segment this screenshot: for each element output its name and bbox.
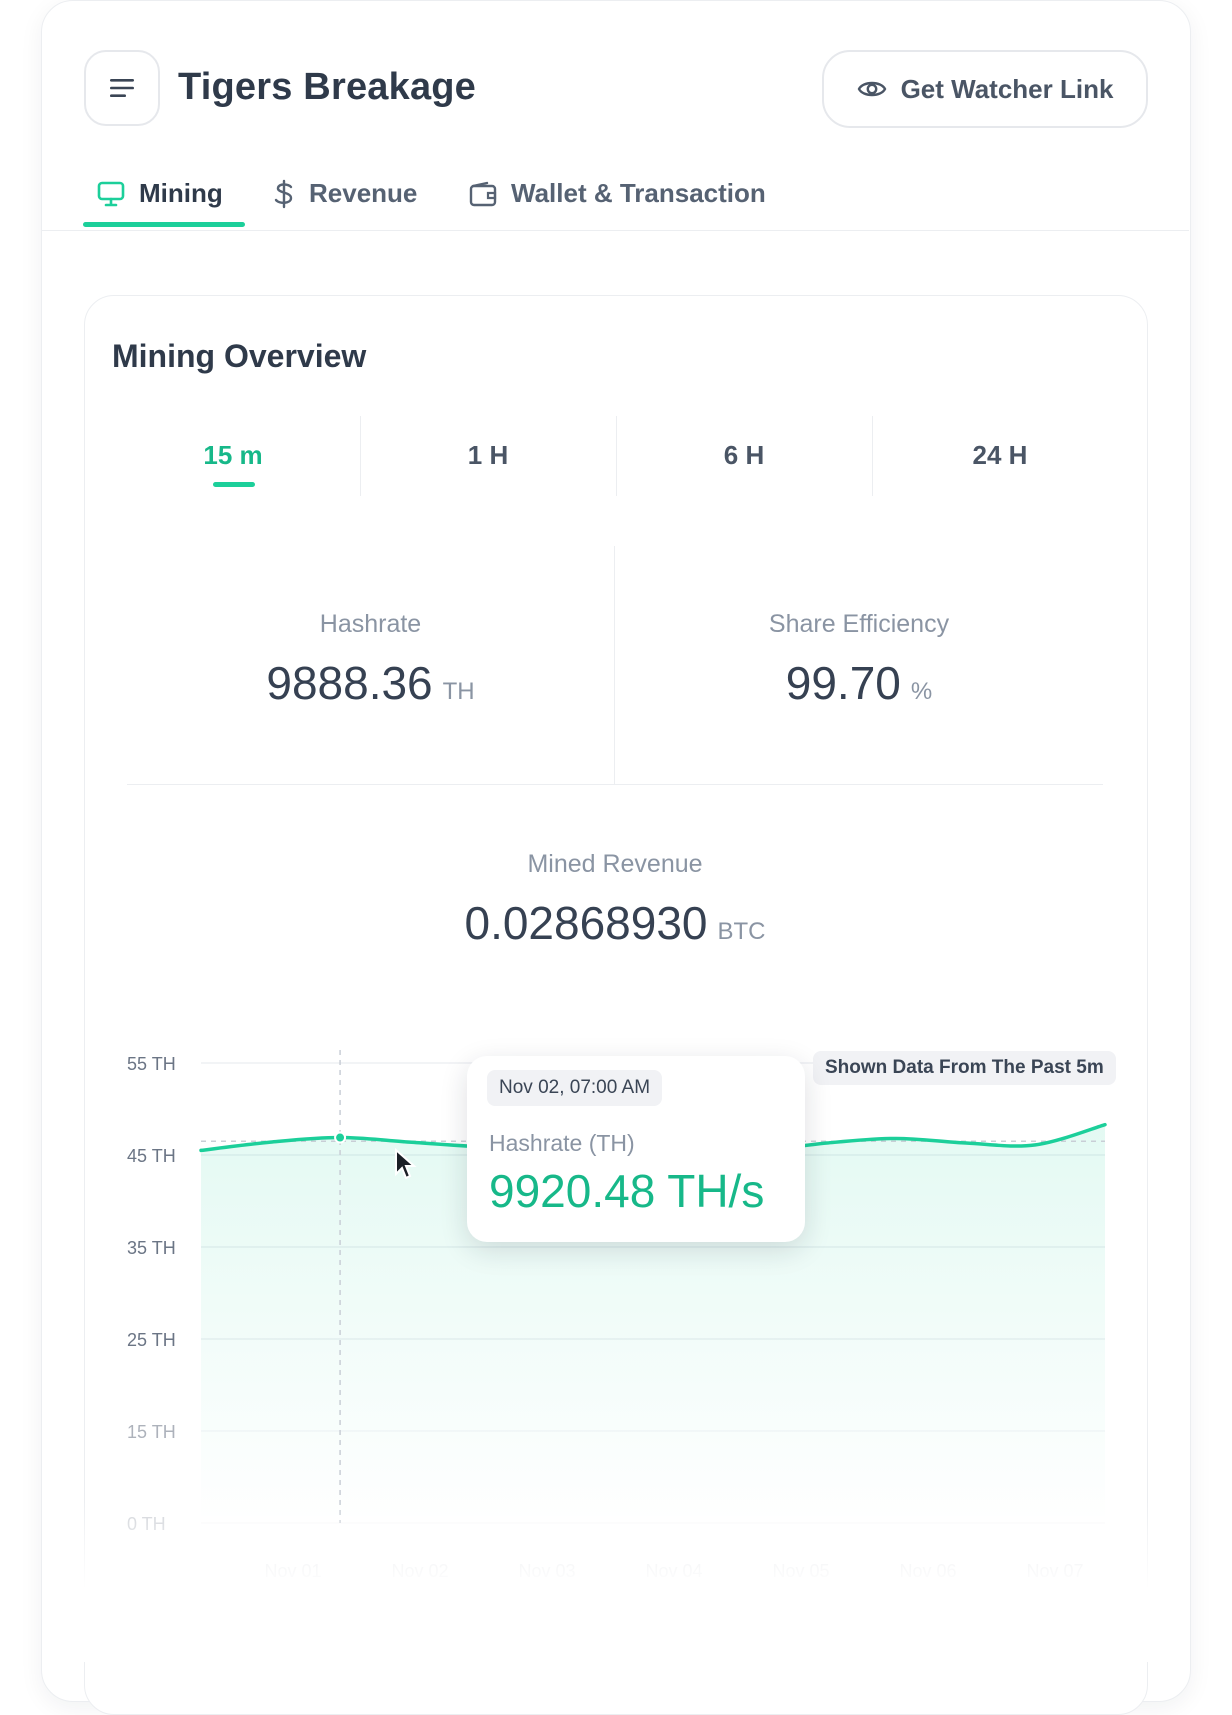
chart-tooltip: Nov 02, 07:00 AM Hashrate (TH) 9920.48 T… (467, 1056, 805, 1242)
y-tick-label: 45 TH (127, 1146, 176, 1166)
bottom-fade (42, 1500, 1188, 1662)
highlight-point[interactable] (334, 1131, 347, 1144)
y-tick-label: 55 TH (127, 1054, 176, 1074)
shown-data-badge: Shown Data From The Past 5m (813, 1051, 1116, 1085)
mouse-cursor-icon (395, 1148, 417, 1180)
tooltip-value: 9920.48 TH/s (489, 1165, 765, 1217)
y-tick-label: 15 TH (127, 1422, 176, 1442)
hashrate-chart[interactable]: 55 TH45 TH35 TH25 TH15 TH0 THNov 01Nov 0… (0, 0, 1232, 1662)
tooltip-label: Hashrate (TH) (489, 1130, 635, 1156)
tooltip-date: Nov 02, 07:00 AM (487, 1070, 663, 1106)
y-tick-label: 35 TH (127, 1238, 176, 1258)
y-tick-label: 25 TH (127, 1330, 176, 1350)
